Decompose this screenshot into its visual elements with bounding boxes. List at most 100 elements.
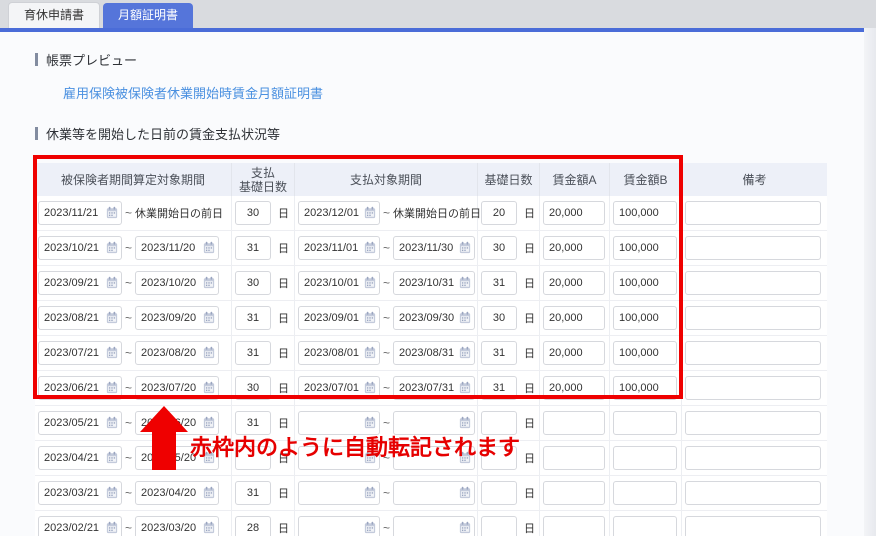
pay-to-date-field[interactable] xyxy=(393,306,476,330)
calendar-icon[interactable] xyxy=(364,381,376,397)
remarks-input[interactable] xyxy=(685,306,821,330)
calendar-icon[interactable] xyxy=(364,451,376,467)
basis-days-input[interactable] xyxy=(481,411,517,435)
remarks-input[interactable] xyxy=(685,481,821,505)
wage-a-input[interactable] xyxy=(543,306,605,330)
period-to-date-field[interactable] xyxy=(135,271,220,295)
calendar-icon[interactable] xyxy=(203,451,215,467)
wage-a-input[interactable] xyxy=(543,376,605,400)
wage-a-input[interactable] xyxy=(543,341,605,365)
pay-from-date-field[interactable] xyxy=(298,306,380,330)
payment-basis-days-input[interactable] xyxy=(235,306,271,330)
pay-to-date-field[interactable] xyxy=(393,411,476,435)
calendar-icon[interactable] xyxy=(203,311,215,327)
wage-b-input[interactable] xyxy=(613,446,677,470)
basis-days-input[interactable] xyxy=(481,236,517,260)
calendar-icon[interactable] xyxy=(364,241,376,257)
period-from-date-field[interactable] xyxy=(38,236,122,260)
remarks-input[interactable] xyxy=(685,411,821,435)
wage-b-input[interactable] xyxy=(613,271,677,295)
calendar-icon[interactable] xyxy=(203,346,215,362)
period-from-date-field[interactable] xyxy=(38,481,122,505)
payment-basis-days-input[interactable] xyxy=(235,446,271,470)
wage-b-input[interactable] xyxy=(613,481,677,505)
basis-days-input[interactable] xyxy=(481,376,517,400)
remarks-input[interactable] xyxy=(685,271,821,295)
pay-to-date-field[interactable] xyxy=(393,481,476,505)
calendar-icon[interactable] xyxy=(364,416,376,432)
calendar-icon[interactable] xyxy=(364,346,376,362)
pay-to-date-field[interactable] xyxy=(393,341,476,365)
calendar-icon[interactable] xyxy=(106,521,118,536)
payment-basis-days-input[interactable] xyxy=(235,341,271,365)
calendar-icon[interactable] xyxy=(203,416,215,432)
period-to-date-field[interactable] xyxy=(135,446,220,470)
tab-getsugaku-shomeisho[interactable]: 月額証明書 xyxy=(103,3,194,28)
wage-a-input[interactable] xyxy=(543,446,605,470)
calendar-icon[interactable] xyxy=(364,486,376,502)
pay-from-date-field[interactable] xyxy=(298,271,380,295)
payment-basis-days-input[interactable] xyxy=(235,411,271,435)
calendar-icon[interactable] xyxy=(106,416,118,432)
pay-from-date-field[interactable] xyxy=(298,341,380,365)
wage-a-input[interactable] xyxy=(543,411,605,435)
pay-to-date-field[interactable] xyxy=(393,516,476,536)
pay-from-date-field[interactable] xyxy=(298,411,380,435)
calendar-icon[interactable] xyxy=(106,451,118,467)
period-to-date-field[interactable] xyxy=(135,341,220,365)
calendar-icon[interactable] xyxy=(106,276,118,292)
basis-days-input[interactable] xyxy=(481,341,517,365)
remarks-input[interactable] xyxy=(685,516,821,536)
pay-from-date-field[interactable] xyxy=(298,236,380,260)
basis-days-input[interactable] xyxy=(481,271,517,295)
calendar-icon[interactable] xyxy=(203,486,215,502)
payment-basis-days-input[interactable] xyxy=(235,201,271,225)
period-to-date-field[interactable] xyxy=(135,481,220,505)
pay-from-date-field[interactable] xyxy=(298,446,380,470)
calendar-icon[interactable] xyxy=(459,486,471,502)
payment-basis-days-input[interactable] xyxy=(235,376,271,400)
calendar-icon[interactable] xyxy=(459,346,471,362)
pay-to-date-field[interactable] xyxy=(393,446,476,470)
period-to-date-field[interactable] xyxy=(135,411,220,435)
period-to-date-field[interactable] xyxy=(135,376,220,400)
calendar-icon[interactable] xyxy=(203,276,215,292)
period-from-date-field[interactable] xyxy=(38,516,122,536)
period-from-date-field[interactable] xyxy=(38,341,122,365)
period-to-date-field[interactable] xyxy=(135,516,220,536)
basis-days-input[interactable] xyxy=(481,446,517,470)
calendar-icon[interactable] xyxy=(459,451,471,467)
calendar-icon[interactable] xyxy=(106,241,118,257)
remarks-input[interactable] xyxy=(685,201,821,225)
pay-to-date-field[interactable] xyxy=(393,236,476,260)
period-from-date-field[interactable] xyxy=(38,376,122,400)
calendar-icon[interactable] xyxy=(203,521,215,536)
calendar-icon[interactable] xyxy=(459,276,471,292)
calendar-icon[interactable] xyxy=(459,416,471,432)
wage-b-input[interactable] xyxy=(613,411,677,435)
basis-days-input[interactable] xyxy=(481,481,517,505)
calendar-icon[interactable] xyxy=(459,311,471,327)
period-from-date-field[interactable] xyxy=(38,446,122,470)
pay-from-date-field[interactable] xyxy=(298,376,380,400)
wage-a-input[interactable] xyxy=(543,516,605,536)
basis-days-input[interactable] xyxy=(481,516,517,536)
calendar-icon[interactable] xyxy=(364,311,376,327)
wage-a-input[interactable] xyxy=(543,271,605,295)
calendar-icon[interactable] xyxy=(106,486,118,502)
calendar-icon[interactable] xyxy=(106,311,118,327)
wage-a-input[interactable] xyxy=(543,481,605,505)
pay-from-date-field[interactable] xyxy=(298,516,380,536)
tab-ikukyu-shinseisho[interactable]: 育休申請書 xyxy=(8,2,101,28)
payment-basis-days-input[interactable] xyxy=(235,271,271,295)
wage-b-input[interactable] xyxy=(613,201,677,225)
payment-basis-days-input[interactable] xyxy=(235,481,271,505)
remarks-input[interactable] xyxy=(685,236,821,260)
remarks-input[interactable] xyxy=(685,341,821,365)
period-from-date-field[interactable] xyxy=(38,201,122,225)
pay-from-date-field[interactable] xyxy=(298,481,380,505)
pay-to-date-field[interactable] xyxy=(393,271,476,295)
calendar-icon[interactable] xyxy=(203,241,215,257)
period-from-date-field[interactable] xyxy=(38,271,122,295)
wage-b-input[interactable] xyxy=(613,341,677,365)
